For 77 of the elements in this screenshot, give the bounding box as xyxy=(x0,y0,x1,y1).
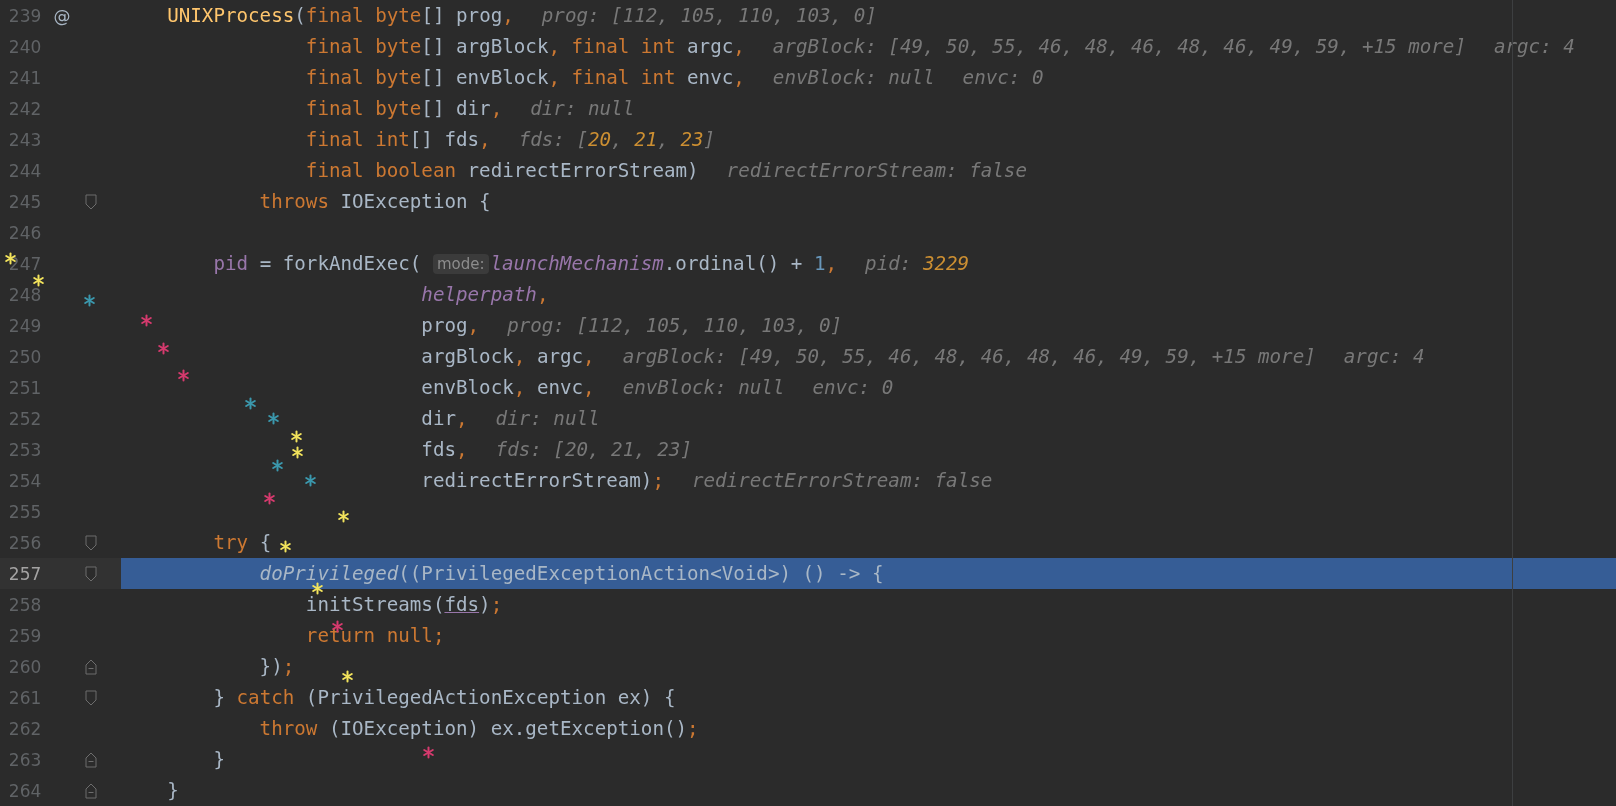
inlay-hint: redirectErrorStream: false xyxy=(691,469,993,492)
line-number: 244 xyxy=(7,160,42,181)
inlay-hint: envc: 0 xyxy=(812,376,894,399)
line-number: 242 xyxy=(7,98,42,119)
inlay-hint: fds: [20, 21, 23] xyxy=(518,128,716,151)
inlay-hint: argc: 4 xyxy=(1493,35,1575,58)
line-number: 246 xyxy=(7,222,42,243)
line-number: 251 xyxy=(7,377,42,398)
code-text: envBlock, envc, xyxy=(420,375,595,401)
line-number: 256 xyxy=(7,532,42,553)
line-number: 258 xyxy=(7,594,42,615)
line-number: 259 xyxy=(7,625,42,646)
code-text: } catch (PrivilegedActionException ex) { xyxy=(212,685,676,711)
code-text: argBlock, argc, xyxy=(420,344,595,370)
line-number: 239 xyxy=(7,5,42,26)
code-text: } xyxy=(166,778,179,804)
line-number: 241 xyxy=(7,67,42,88)
inlay-hint: dir: null xyxy=(495,407,600,430)
inlay-hint: fds: [20, 21, 23] xyxy=(495,438,692,461)
line-number: 248 xyxy=(7,284,42,305)
line-number: 252 xyxy=(7,408,42,429)
inlay-hint: argBlock: [49, 50, 55, 46, 48, 46, 48, 46, 49, 59, +15 more] xyxy=(622,345,1316,368)
code-text: doPrivileged((PrivilegedExceptionAction<Void>) () -> { xyxy=(258,561,884,587)
code-text: prog, xyxy=(420,313,480,339)
code-text: pid = forkAndExec( xyxy=(212,251,423,277)
code-text: }); xyxy=(258,654,295,680)
inlay-hint: envBlock: null xyxy=(772,66,935,89)
line-number: 254 xyxy=(7,470,42,491)
line-number: 264 xyxy=(7,780,42,801)
code-text: throw (IOException) ex.getException(); xyxy=(258,716,699,742)
code-text: final int[] fds, xyxy=(304,127,491,153)
code-text: final byte[] argBlock, final int argc, xyxy=(304,34,745,60)
inlay-hint: argc: 4 xyxy=(1343,345,1425,368)
parameter-hint: mode: xyxy=(432,253,489,274)
line-number: 247 xyxy=(7,253,42,274)
inlay-hint: prog: [112, 105, 110, 103, 0] xyxy=(541,4,877,27)
line-number: 245 xyxy=(7,191,42,212)
code-text: redirectErrorStream); xyxy=(420,468,664,494)
code-text: dir, xyxy=(420,406,468,432)
fold-marker-icon[interactable] xyxy=(84,565,97,582)
line-number: 240 xyxy=(7,36,42,57)
unfold-marker-icon[interactable] xyxy=(84,751,97,768)
line-number: 260 xyxy=(7,656,42,677)
fold-marker-icon[interactable] xyxy=(84,193,97,210)
line-number: 257 xyxy=(7,563,42,584)
inlay-hint: dir: null xyxy=(530,97,635,120)
code-text: final byte[] envBlock, final int envc, xyxy=(304,65,745,91)
code-text: } xyxy=(212,747,225,773)
gutter-marker[interactable]: @ xyxy=(41,5,83,26)
line-number: 261 xyxy=(7,687,42,708)
inlay-hint: envBlock: null xyxy=(622,376,785,399)
code-text: final boolean redirectErrorStream) xyxy=(304,158,699,184)
unfold-marker-icon[interactable] xyxy=(84,658,97,675)
line-number: 255 xyxy=(7,501,42,522)
line-number: 243 xyxy=(7,129,42,150)
line-number: 249 xyxy=(7,315,42,336)
line-number: 262 xyxy=(7,718,42,739)
fold-marker-icon[interactable] xyxy=(84,534,97,551)
line-number: 253 xyxy=(7,439,42,460)
inlay-hint: argBlock: [49, 50, 55, 46, 48, 46, 48, 46, 49, 59, +15 more] xyxy=(772,35,1466,58)
code-text: try { xyxy=(212,530,272,556)
inlay-hint: pid: 3229 xyxy=(865,252,970,275)
fold-marker-icon[interactable] xyxy=(84,689,97,706)
code-text: final byte[] dir, xyxy=(304,96,503,122)
code-text: return null; xyxy=(304,623,445,649)
line-number: 250 xyxy=(7,346,42,367)
code-text: launchMechanism.ordinal() + 1, xyxy=(490,251,838,277)
code-text: initStreams(fds); xyxy=(304,592,503,618)
unfold-marker-icon[interactable] xyxy=(84,782,97,799)
inlay-hint: envc: 0 xyxy=(962,66,1044,89)
code-text: UNIXProcess(final byte[] prog, xyxy=(166,3,514,29)
inlay-hint: redirectErrorStream: false xyxy=(726,159,1027,182)
inlay-hint: prog: [112, 105, 110, 103, 0] xyxy=(507,314,843,337)
code-text: fds, xyxy=(420,437,468,463)
code-text: throws IOException { xyxy=(258,189,491,215)
code-text: helperpath, xyxy=(420,282,549,308)
line-number: 263 xyxy=(7,749,42,770)
